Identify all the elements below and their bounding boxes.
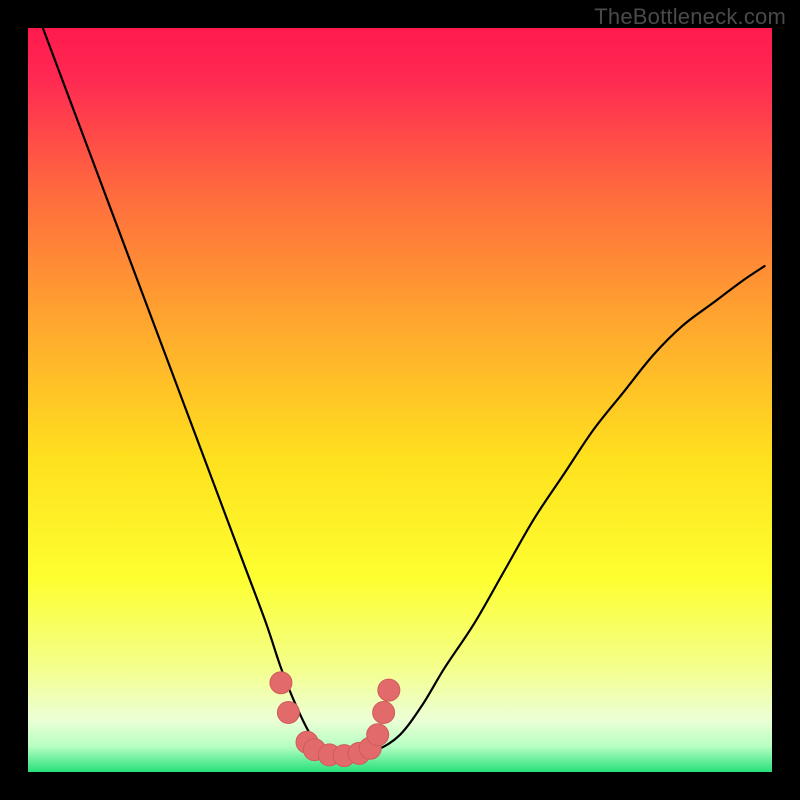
frame: TheBottleneck.com [0,0,800,800]
chart-svg [28,28,772,772]
curve-marker [367,724,389,746]
curve-marker [270,672,292,694]
plot-area [28,28,772,772]
curve-marker [277,701,299,723]
curve-marker [373,701,395,723]
watermark-text: TheBottleneck.com [594,4,786,30]
gradient-background [28,28,772,772]
curve-marker [378,679,400,701]
